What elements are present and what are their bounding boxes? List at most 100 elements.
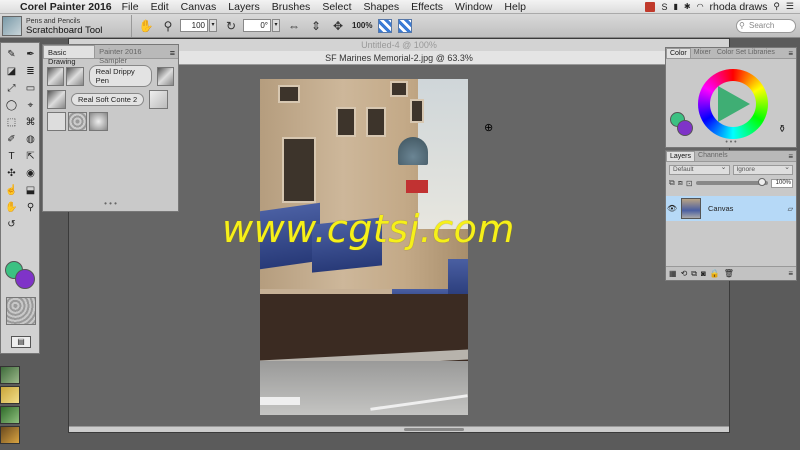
clone-color-icon[interactable]: ⚱ xyxy=(778,124,786,135)
pen-tool-icon[interactable]: ✐ xyxy=(3,132,20,147)
layer-options-icon[interactable]: ▱ xyxy=(788,205,793,213)
rotation-field[interactable]: 0° xyxy=(243,19,271,32)
magic-wand-tool-icon[interactable]: ⌖ xyxy=(22,98,39,113)
grid-toggle-icon[interactable] xyxy=(378,18,393,33)
skype-icon[interactable]: S xyxy=(661,2,667,12)
zoom-reset-icon[interactable]: ⚲ xyxy=(160,18,176,34)
brush-thumb[interactable] xyxy=(47,112,66,131)
menu-file[interactable]: File xyxy=(122,1,139,13)
layer-commands-icon[interactable]: ▦ xyxy=(669,269,677,278)
dynamic-plugins-icon[interactable]: ⟲ xyxy=(681,269,688,278)
mask-icon[interactable]: ◙ xyxy=(701,269,706,278)
user-name[interactable]: rhoda draws xyxy=(710,1,768,13)
rotate-page-tool-icon[interactable]: ↺ xyxy=(3,217,20,232)
brush-thumb[interactable] xyxy=(66,66,84,86)
layer-row[interactable]: 👁 Canvas ▱ xyxy=(666,196,796,221)
hand-reset-icon[interactable]: ✋ xyxy=(138,18,154,34)
brush-thumb[interactable] xyxy=(47,66,65,86)
menu-brushes[interactable]: Brushes xyxy=(272,1,311,13)
dodge-tool-icon[interactable]: ☝ xyxy=(3,183,20,198)
color-wheel[interactable] xyxy=(698,69,768,139)
brush-thumb[interactable] xyxy=(156,66,175,86)
media-swatch[interactable] xyxy=(0,406,20,424)
zoom-field[interactable]: 100 xyxy=(180,19,208,32)
crop-tool-icon[interactable]: ⌘ xyxy=(22,115,39,130)
new-layer-icon[interactable]: ⧉ xyxy=(691,269,697,279)
status-app-icon[interactable] xyxy=(645,1,656,12)
media-swatch[interactable] xyxy=(0,386,20,404)
additional-color-swatch[interactable] xyxy=(15,269,35,289)
panel-menu-icon[interactable]: ≡ xyxy=(785,49,796,58)
menu-select[interactable]: Select xyxy=(322,1,351,13)
dropper-tool-icon[interactable]: ✒ xyxy=(22,47,39,62)
flip-vertical-icon[interactable]: ⇕ xyxy=(308,18,324,34)
brush-thumb[interactable] xyxy=(47,90,66,109)
wifi-icon[interactable]: ◠ xyxy=(697,2,704,11)
media-swatch[interactable] xyxy=(0,426,20,444)
tab-mixer[interactable]: Mixer xyxy=(691,48,714,58)
rotation-dropdown[interactable]: ▾ xyxy=(272,19,280,32)
composite-depth-select[interactable]: Ignore xyxy=(732,164,793,175)
battery-icon[interactable]: ▮ xyxy=(673,2,677,11)
media-swatch[interactable] xyxy=(0,366,20,384)
search-menubar-icon[interactable]: ⚲ xyxy=(773,1,780,12)
layer-adjuster-tool-icon[interactable]: ⤢ xyxy=(3,81,20,96)
actual-size-button[interactable]: 100% xyxy=(352,21,372,30)
shape-selection-tool-icon[interactable]: ⇱ xyxy=(22,149,39,164)
opacity-field[interactable]: 100% xyxy=(771,178,793,188)
pick-up-underlying-icon[interactable]: ⧈ xyxy=(678,178,683,188)
lasso-tool-icon[interactable]: ◯ xyxy=(3,98,20,113)
menu-effects[interactable]: Effects xyxy=(411,1,443,13)
color-triangle[interactable] xyxy=(718,86,750,122)
menu-help[interactable]: Help xyxy=(504,1,526,13)
app-menu[interactable]: Corel Painter 2016 xyxy=(20,1,112,13)
tab-color-set-libraries[interactable]: Color Set Libraries xyxy=(714,48,778,58)
shape-tool-icon[interactable]: ◍ xyxy=(22,132,39,147)
brush-thumb[interactable] xyxy=(68,112,87,131)
search-field[interactable]: ⚲ Search xyxy=(736,18,796,33)
menu-shapes[interactable]: Shapes xyxy=(364,1,400,13)
menu-window[interactable]: Window xyxy=(455,1,492,13)
tab-painter-sampler[interactable]: Painter 2016 Sampler xyxy=(95,45,167,65)
rectangle-select-tool-icon[interactable]: ▭ xyxy=(22,81,39,96)
brush-tool-icon[interactable]: ✎ xyxy=(3,47,20,62)
tracing-toggle-icon[interactable] xyxy=(398,18,413,33)
panel-menu-icon[interactable]: ≡ xyxy=(788,269,793,278)
brush-selector[interactable]: Pens and Pencils Scratchboard Tool xyxy=(2,14,132,37)
scroll-thumb[interactable] xyxy=(404,428,464,431)
star-icon[interactable]: ✱ xyxy=(684,2,691,11)
text-tool-icon[interactable]: T xyxy=(3,149,20,164)
lock-transparency-icon[interactable]: ⧉ xyxy=(669,178,675,188)
rotate-icon[interactable]: ↻ xyxy=(223,18,239,34)
mirror-tool-icon[interactable]: ⬓ xyxy=(22,183,39,198)
additional-color-swatch[interactable] xyxy=(677,120,693,136)
eye-icon[interactable]: 👁 xyxy=(666,204,678,213)
opacity-slider-knob[interactable] xyxy=(758,178,766,186)
brush-label[interactable]: Real Soft Conte 2 xyxy=(71,93,145,106)
composite-method-select[interactable]: Default xyxy=(669,164,730,175)
paper-texture-selector[interactable] xyxy=(6,297,36,325)
layer-name[interactable]: Canvas xyxy=(708,204,733,213)
tab-color[interactable]: Color xyxy=(666,48,691,58)
tab-layers[interactable]: Layers xyxy=(666,151,696,161)
tab-basic-drawing[interactable]: Basic Drawing xyxy=(43,45,96,66)
eraser-tool-icon[interactable]: ≣ xyxy=(22,64,39,79)
brush-thumb[interactable] xyxy=(89,112,108,131)
transform-tool-icon[interactable]: ⬚ xyxy=(3,115,20,130)
brush-thumb[interactable] xyxy=(149,90,169,109)
zoom-dropdown[interactable]: ▾ xyxy=(209,19,217,32)
menu-canvas[interactable]: Canvas xyxy=(181,1,217,13)
layout-button[interactable]: ▤ xyxy=(11,336,31,348)
horizontal-scrollbar[interactable] xyxy=(69,426,729,432)
trash-icon[interactable]: 🗑 xyxy=(724,269,734,278)
cloner-tool-icon[interactable]: ✣ xyxy=(3,166,20,181)
brush-label[interactable]: Real Drippy Pen xyxy=(88,65,152,87)
lock-icon[interactable]: 🔒 xyxy=(710,269,720,278)
menu-edit[interactable]: Edit xyxy=(151,1,169,13)
flip-horizontal-icon[interactable]: ⇔ xyxy=(286,18,302,34)
panel-menu-icon[interactable]: ≡ xyxy=(167,48,178,58)
menu-layers[interactable]: Layers xyxy=(228,1,260,13)
panel-menu-icon[interactable]: ≡ xyxy=(785,152,796,161)
fit-screen-icon[interactable]: ✥ xyxy=(330,18,346,34)
rubber-stamp-tool-icon[interactable]: ◉ xyxy=(22,166,39,181)
